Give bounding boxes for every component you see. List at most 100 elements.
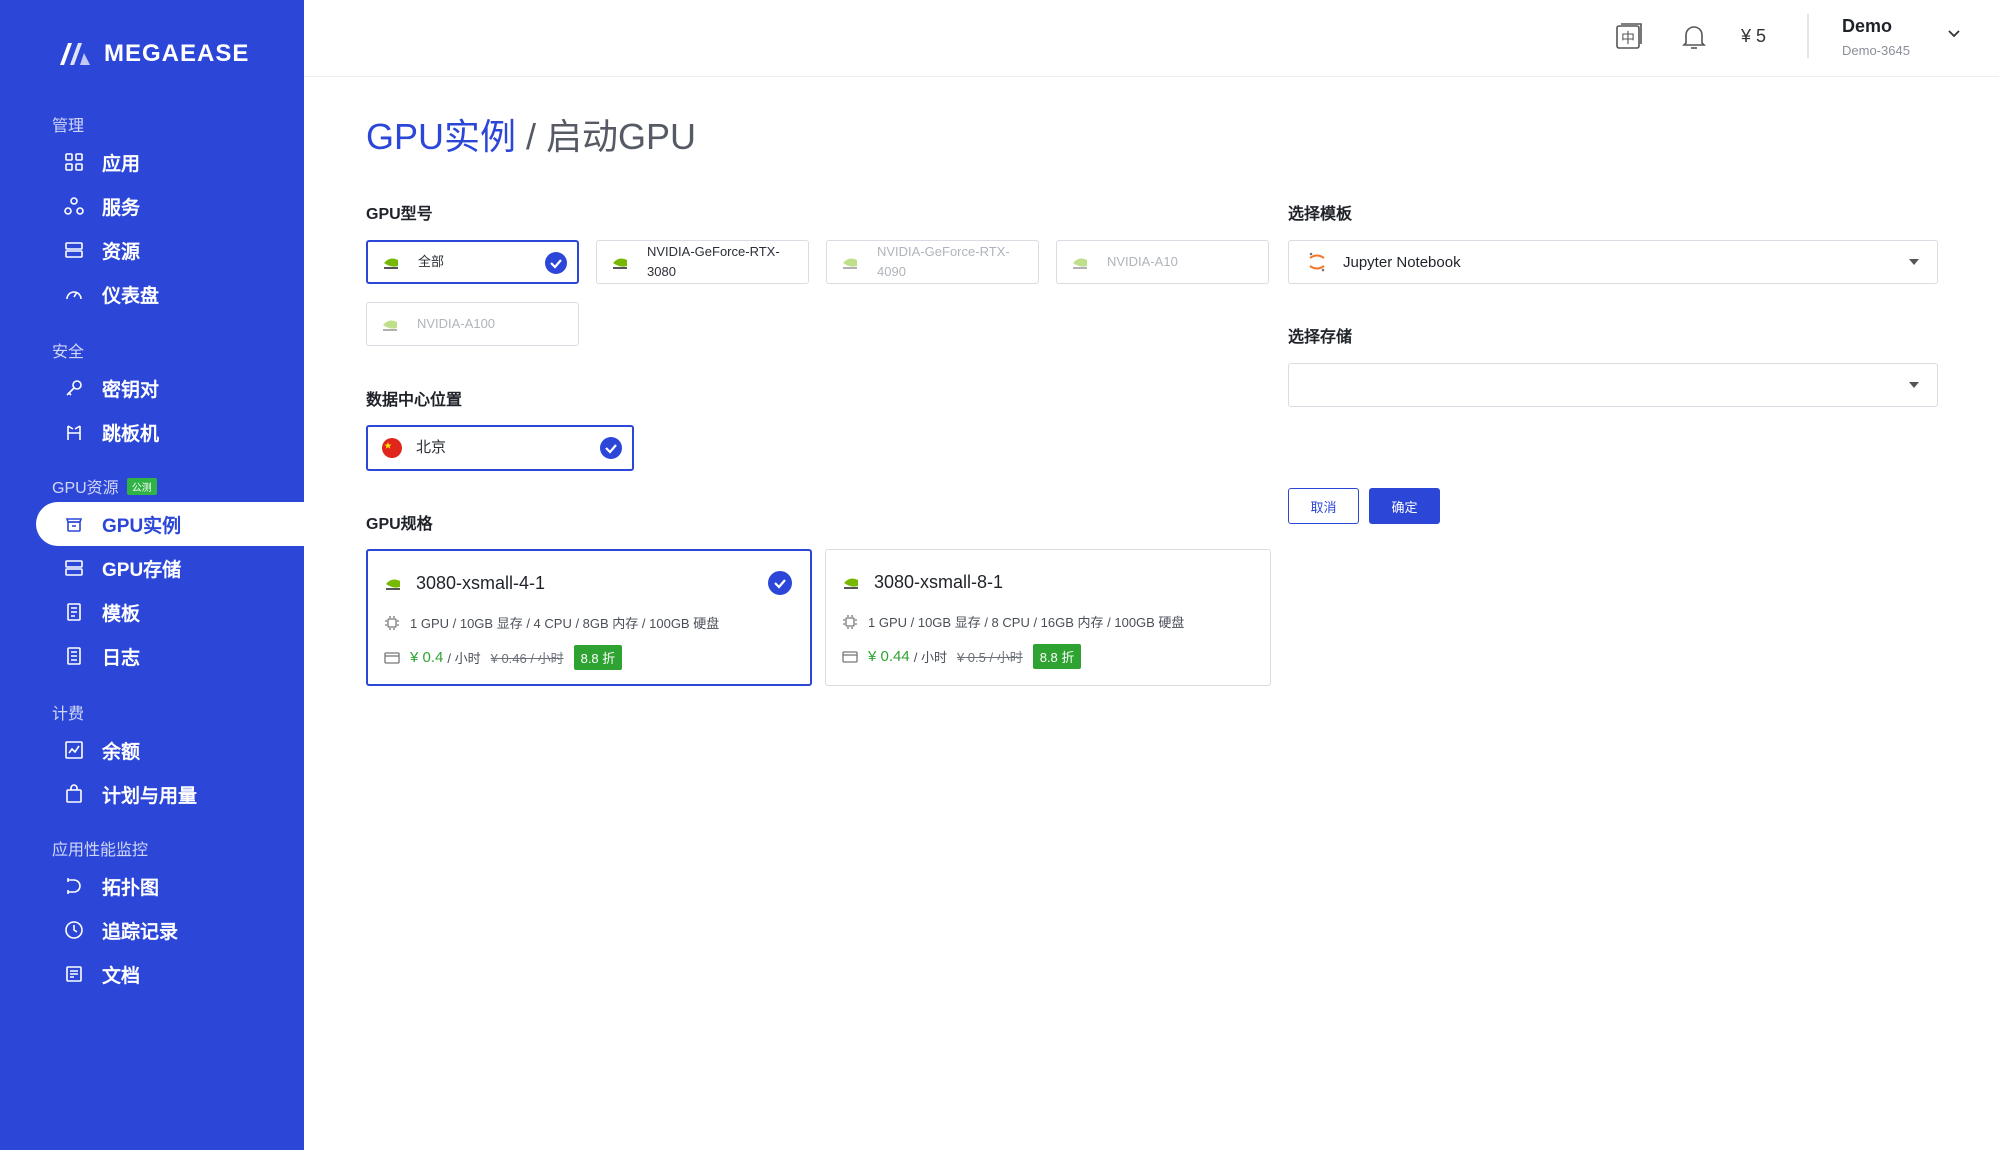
template-icon (67, 603, 81, 621)
sidebar-item-label: 日志 (102, 647, 141, 669)
user-id: Demo-3645 (1842, 43, 1910, 58)
sidebar-item-services[interactable]: 服务 (36, 184, 304, 228)
sidebar-item-label: 余额 (102, 741, 141, 763)
sidebar-item-label: 服务 (102, 197, 141, 219)
gpu-storage-icon (65, 560, 83, 576)
sidebar-item-label: 追踪记录 (102, 921, 179, 943)
svg-text:中: 中 (1621, 31, 1635, 47)
sidebar-item-plan-usage[interactable]: 计划与用量 (36, 772, 304, 816)
brand-logo[interactable]: MEGAEASE (58, 40, 249, 68)
credit-card-icon (842, 650, 858, 663)
sidebar-item-gpu-instance[interactable]: GPU实例 (36, 502, 304, 546)
nvidia-icon (383, 320, 397, 331)
storage-select[interactable] (1288, 363, 1938, 407)
sidebar-item-dashboard[interactable]: 仪表盘 (36, 272, 304, 316)
datacenter-option-beijing[interactable]: 北京 (366, 425, 634, 471)
nvidia-icon (844, 578, 858, 589)
service-icon (64, 197, 84, 215)
discount-badge: 8.8 折 (1032, 644, 1082, 669)
sidebar-item-label: 密钥对 (102, 379, 160, 401)
sidebar-item-keypairs[interactable]: 密钥对 (36, 366, 304, 410)
sidebar-item-balance[interactable]: 余额 (36, 728, 304, 772)
breadcrumb-current: 启动GPU (546, 116, 697, 157)
gpu-model-label: GPU型号 (366, 206, 433, 223)
template-select[interactable]: Jupyter Notebook (1288, 240, 1938, 284)
sidebar-item-resources[interactable]: 资源 (36, 228, 304, 272)
spec-name: 3080-xsmall-4-1 (416, 573, 546, 593)
sidebar-item-apps[interactable]: 应用 (36, 140, 304, 184)
beta-badge: 公测 (126, 477, 157, 495)
nav-section-billing: 计费 (52, 706, 85, 723)
gpu-spec-label: GPU规格 (366, 516, 433, 533)
caret-down-icon (1909, 382, 1919, 388)
check-circle-icon (545, 252, 567, 274)
page-title: GPU实例 / 启动GPU (366, 108, 696, 160)
nav-section-security: 安全 (52, 344, 85, 361)
confirm-button[interactable]: 确定 (1369, 488, 1440, 524)
header-divider (1807, 14, 1809, 58)
cancel-button[interactable]: 取消 (1288, 488, 1359, 524)
sidebar-item-traces[interactable]: 追踪记录 (36, 908, 304, 952)
nav-section-gpu: GPU资源 公测 (52, 474, 157, 498)
dashboard-icon (66, 291, 82, 300)
sidebar-item-docs[interactable]: 文档 (36, 952, 304, 996)
sidebar-item-label: 资源 (102, 241, 141, 263)
sidebar-item-logs[interactable]: 日志 (36, 634, 304, 678)
spec-price: ¥ 0.44 (868, 648, 910, 665)
discount-badge: 8.8 折 (573, 645, 623, 670)
nvidia-icon (386, 579, 400, 590)
sidebar: MEGAEASE 管理 应用 服务 资源 仪表盘 安全 密钥对 跳板机 GPU资… (0, 0, 304, 1150)
nav-section-manage: 管理 (52, 118, 85, 135)
apps-icon (65, 153, 83, 171)
megaease-logo-icon (60, 43, 90, 65)
breadcrumb-parent[interactable]: GPU实例 (366, 116, 516, 157)
gpu-model-option-a10: NVIDIA-A10 (1056, 240, 1269, 284)
sidebar-item-gpu-storage[interactable]: GPU存储 (36, 546, 304, 590)
resource-icon (65, 242, 83, 258)
gpu-model-option-rtx-3080[interactable]: NVIDIA-GeForce-RTX- 3080 (596, 240, 809, 284)
user-name: Demo (1842, 16, 1893, 36)
plan-icon (66, 784, 82, 803)
language-switch-icon[interactable]: 中 (1614, 22, 1644, 52)
sidebar-item-label: 应用 (102, 153, 141, 175)
account-balance[interactable]: ¥ 5 (1741, 26, 1766, 47)
balance-icon (65, 741, 83, 759)
sidebar-item-topology[interactable]: 拓扑图 (36, 864, 304, 908)
sidebar-item-templates[interactable]: 模板 (36, 590, 304, 634)
nvidia-icon (1073, 258, 1087, 269)
caret-down-icon (1909, 259, 1919, 265)
spec-price: ¥ 0.4 (410, 649, 444, 666)
bastion-icon (67, 425, 81, 440)
brand-name: MEGAEASE (104, 40, 250, 67)
sidebar-item-bastion[interactable]: 跳板机 (36, 410, 304, 454)
nvidia-icon (384, 258, 398, 269)
gpu-spec-card-3080-xsmall-8-1[interactable]: 3080-xsmall-8-1 1 GPU / 10GB 显存 / 8 CPU … (825, 549, 1271, 686)
check-circle-icon (768, 571, 792, 595)
chip-icon (843, 614, 857, 629)
breadcrumb-separator: / (516, 116, 547, 157)
sidebar-item-label: 模板 (102, 603, 141, 625)
gpu-model-option-all[interactable]: 全部 (366, 240, 579, 284)
jupyter-icon (1309, 252, 1325, 272)
trace-icon (65, 921, 83, 939)
gpu-model-option-rtx-4090: NVIDIA-GeForce-RTX- 4090 (826, 240, 1039, 284)
sidebar-item-label: 拓扑图 (102, 877, 160, 899)
notification-bell-icon[interactable] (1679, 22, 1709, 52)
template-select-value: Jupyter Notebook (1343, 253, 1461, 271)
sidebar-item-label: 仪表盘 (102, 285, 160, 307)
gpu-spec-card-3080-xsmall-4-1[interactable]: 3080-xsmall-4-1 1 GPU / 10GB 显存 / 4 CPU … (366, 549, 812, 686)
sidebar-item-label: GPU存储 (102, 559, 182, 581)
china-flag-icon (382, 438, 402, 458)
spec-price-row: ¥ 0.44 / 小时 ¥ 0.5 / 小时 8.8 折 (842, 644, 1082, 669)
spec-price-row: ¥ 0.4 / 小时 ¥ 0.46 / 小时 8.8 折 (384, 645, 623, 670)
sidebar-item-label: 文档 (102, 965, 141, 987)
nvidia-icon (843, 258, 857, 269)
spec-detail-row: 1 GPU / 10GB 显存 / 8 CPU / 16GB 内存 / 100G… (842, 612, 1184, 631)
nav-section-apm: 应用性能监控 (52, 842, 149, 859)
credit-card-icon (384, 651, 400, 664)
user-menu[interactable]: Demo Demo-3645 (1842, 16, 1910, 58)
chevron-down-icon[interactable] (1946, 25, 1962, 41)
spec-old-price: ¥ 0.46 / 小时 (490, 651, 564, 666)
topology-icon (67, 878, 81, 894)
sidebar-item-label: 跳板机 (102, 423, 160, 445)
